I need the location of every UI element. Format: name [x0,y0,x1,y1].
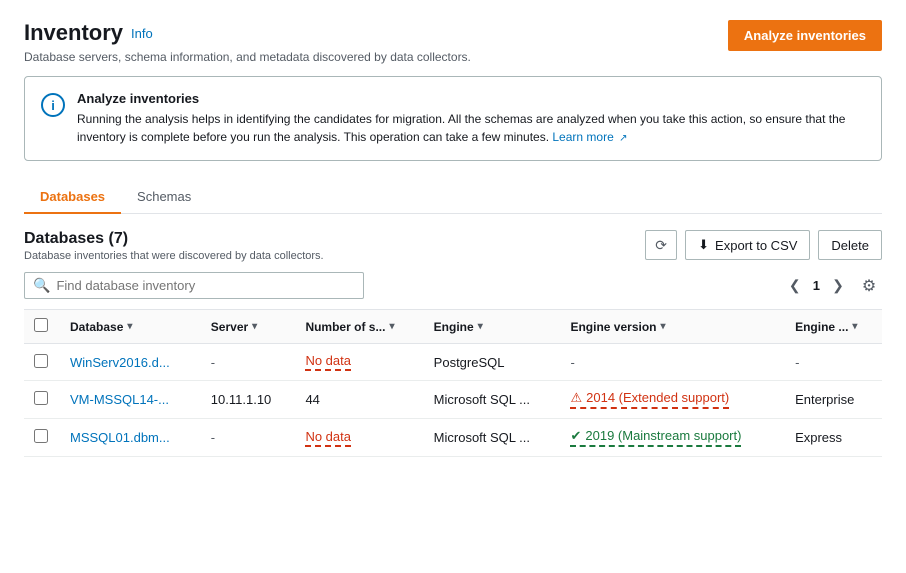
table-row: MSSQL01.dbm...-No dataMicrosoft SQL ...✔… [24,419,882,457]
external-link-icon: ↗ [619,133,627,144]
engine-edition-cell: Enterprise [785,381,882,419]
table-subtitle: Database inventories that were discovere… [24,250,324,262]
sort-icon: ▾ [127,321,132,332]
sort-icon: ▾ [478,321,483,332]
schemas-cell: No data [295,344,423,381]
server-cell: - [201,344,296,381]
export-icon: ⬇ [698,237,709,253]
info-box-title: Analyze inventories [77,91,865,106]
col-schemas: Number of s... ▾ [295,310,423,344]
engine-version-cell: ✔ 2019 (Mainstream support) [560,419,785,457]
col-engine: Engine ▾ [424,310,561,344]
database-link[interactable]: VM-MSSQL14-... [70,392,169,407]
col-server: Server ▾ [201,310,296,344]
sort-icon: ▾ [852,321,857,332]
schemas-cell: No data [295,419,423,457]
engine-edition-cell: - [785,344,882,381]
database-link[interactable]: MSSQL01.dbm... [70,430,170,445]
tabs-row: Databases Schemas [24,181,882,214]
pagination-controls: ❮ 1 ❯ ⚙ [783,273,882,299]
databases-section: Databases (7) Database inventories that … [24,214,882,457]
info-box-content: Analyze inventories Running the analysis… [77,91,865,146]
table-settings-button[interactable]: ⚙ [856,273,882,299]
row-checkbox[interactable] [34,391,48,405]
prev-page-button[interactable]: ❮ [783,274,807,298]
learn-more-link[interactable]: Learn more ↗ [552,130,627,144]
export-csv-button[interactable]: ⬇ Export to CSV [685,230,810,260]
databases-table: Database ▾ Server ▾ Number of s... [24,309,882,457]
select-all-header [24,310,60,344]
search-icon: 🔍 [33,277,50,294]
page-number: 1 [813,278,820,293]
info-link[interactable]: Info [131,26,153,41]
info-box-text: Running the analysis helps in identifyin… [77,110,865,146]
engine-version-cell: ⚠ 2014 (Extended support) [560,381,785,419]
table-row: WinServ2016.d...-No dataPostgreSQL-- [24,344,882,381]
info-box: i Analyze inventories Running the analys… [24,76,882,161]
search-box[interactable]: 🔍 [24,272,364,299]
refresh-button[interactable]: ⟳ [645,230,677,260]
tab-databases[interactable]: Databases [24,181,121,214]
info-icon: i [41,93,65,117]
next-page-button[interactable]: ❯ [826,274,850,298]
page-subtitle: Database servers, schema information, an… [24,50,471,64]
col-database: Database ▾ [60,310,201,344]
row-checkbox[interactable] [34,429,48,443]
row-checkbox[interactable] [34,354,48,368]
analyze-inventories-button[interactable]: Analyze inventories [728,20,882,51]
engine-edition-cell: Express [785,419,882,457]
tab-schemas[interactable]: Schemas [121,181,207,214]
engine-version-cell: - [560,344,785,381]
server-cell: 10.11.1.10 [201,381,296,419]
col-engine-version: Engine version ▾ [560,310,785,344]
database-link[interactable]: WinServ2016.d... [70,355,170,370]
engine-cell: Microsoft SQL ... [424,381,561,419]
search-input[interactable] [56,278,355,293]
sort-icon: ▾ [389,321,394,332]
warning-icon: ⚠ [570,390,582,406]
server-cell: - [201,419,296,457]
page-title: Inventory [24,20,123,46]
engine-cell: PostgreSQL [424,344,561,381]
sort-icon: ▾ [252,321,257,332]
select-all-checkbox[interactable] [34,318,48,332]
col-engine-edition: Engine ... ▾ [785,310,882,344]
delete-button[interactable]: Delete [818,230,882,260]
engine-cell: Microsoft SQL ... [424,419,561,457]
schemas-cell: 44 [295,381,423,419]
table-header-row: Databases (7) Database inventories that … [24,230,882,262]
search-pagination-row: 🔍 ❮ 1 ❯ ⚙ [24,272,882,299]
table-title: Databases (7) [24,230,324,248]
check-icon: ✔ [570,428,581,444]
table-row: VM-MSSQL14-... 10.11.1.1044Microsoft SQL … [24,381,882,419]
table-actions: ⟳ ⬇ Export to CSV Delete [645,230,882,260]
sort-icon: ▾ [661,321,666,332]
